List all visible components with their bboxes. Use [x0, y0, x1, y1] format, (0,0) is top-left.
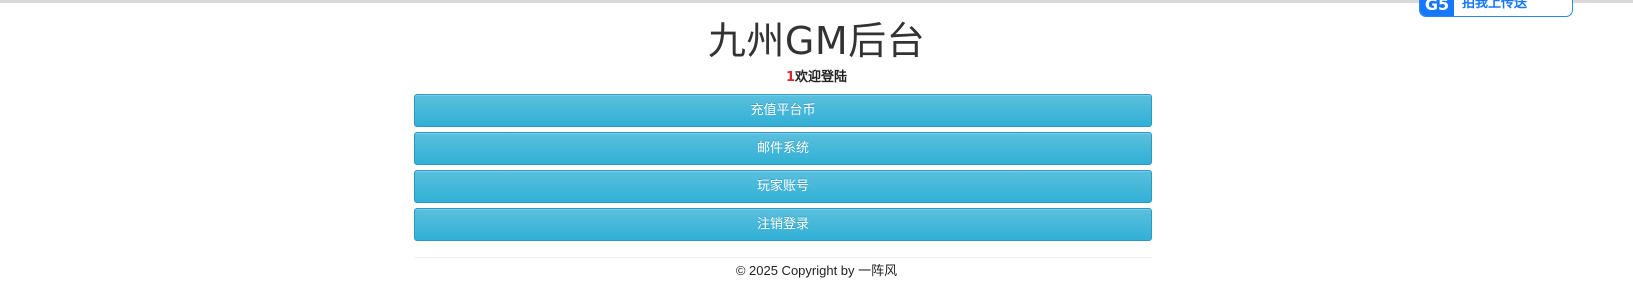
welcome-user-id: 1: [785, 70, 796, 85]
footer-copyright: © 2025 Copyright by 一阵风: [735, 263, 898, 278]
recharge-platform-coin-button[interactable]: 充值平台币: [414, 94, 1152, 127]
welcome-message: 1欢迎登陆: [0, 69, 1633, 87]
mail-system-button[interactable]: 邮件系统: [414, 132, 1152, 165]
player-account-button[interactable]: 玩家账号: [414, 170, 1152, 203]
badge-label: 拍我上传送: [1462, 0, 1528, 11]
floating-upload-badge[interactable]: G5 拍我上传送: [1419, 0, 1573, 17]
badge-logo-icon: G5: [1420, 0, 1454, 16]
menu-buttons: 充值平台币 邮件系统 玩家账号 注销登录: [414, 94, 1152, 246]
top-border-line: [0, 0, 1633, 3]
panel-divider: [414, 257, 1152, 260]
logout-button[interactable]: 注销登录: [414, 208, 1152, 241]
page-title: 九州GM后台: [707, 19, 926, 63]
welcome-text: 欢迎登陆: [795, 70, 848, 85]
